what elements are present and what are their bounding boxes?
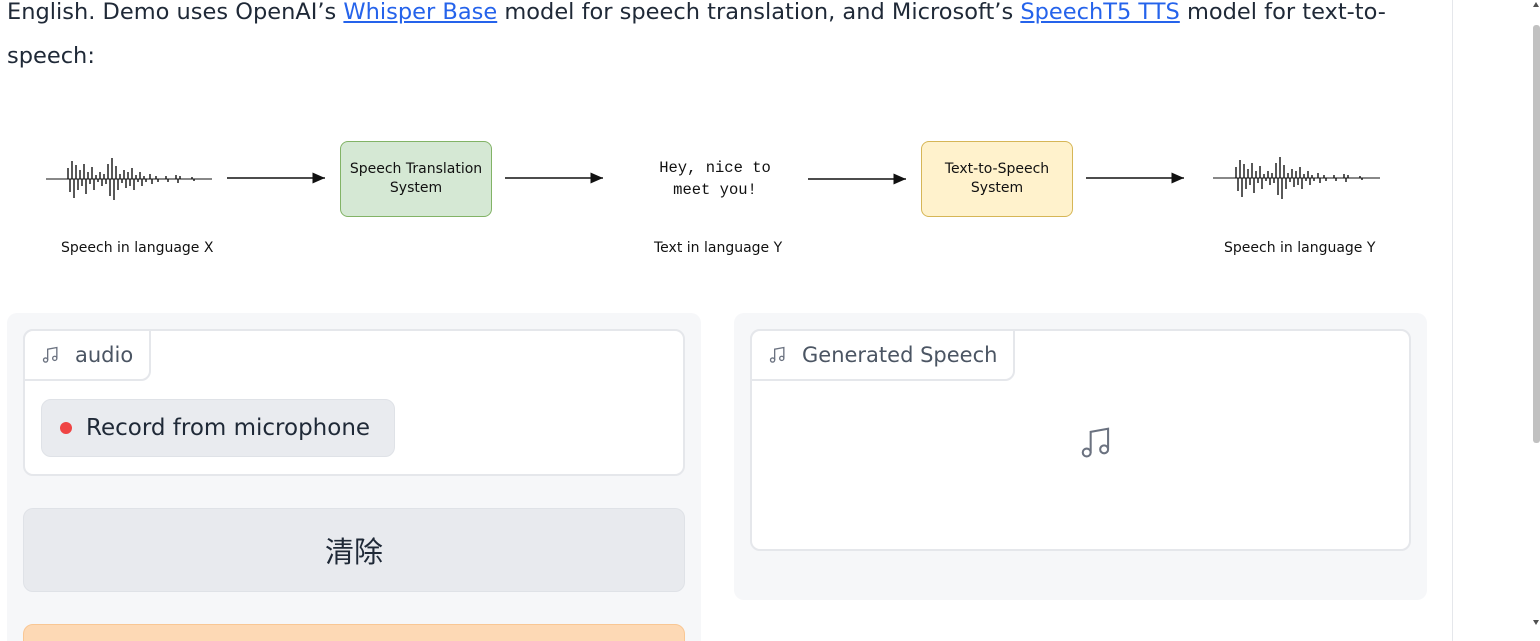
caption-text-y: Text in language Y bbox=[654, 240, 783, 256]
submit-button[interactable] bbox=[23, 624, 685, 641]
waveform-input-icon bbox=[46, 158, 212, 200]
scrollbar-thumb[interactable] bbox=[1533, 25, 1540, 443]
tts-box-line-2: System bbox=[970, 180, 1024, 196]
music-note-icon bbox=[42, 346, 58, 363]
description-text: English. Demo uses OpenAI’s Whisper Base… bbox=[7, 0, 1437, 78]
generated-speech-label: Generated Speech bbox=[750, 329, 1016, 381]
demo-page: English. Demo uses OpenAI’s Whisper Base… bbox=[0, 0, 1452, 641]
music-note-icon bbox=[769, 346, 785, 363]
waveform-output-icon bbox=[1213, 157, 1380, 199]
tts-box-line-1: Text-to-Speech bbox=[944, 161, 1050, 177]
scroll-down-arrow-icon[interactable] bbox=[1533, 620, 1539, 625]
speecht5-tts-link[interactable]: SpeechT5 TTS bbox=[1020, 0, 1179, 25]
description-part-1: English. Demo uses OpenAI’s bbox=[7, 0, 344, 25]
audio-input-block: audio Record from microphone bbox=[23, 329, 685, 476]
audio-label-text: audio bbox=[75, 343, 134, 367]
speech-translation-system-box: Speech Translation System bbox=[340, 141, 492, 217]
sample-text: Hey, nice to meet you! bbox=[640, 157, 790, 201]
description-part-2: model for speech translation, and Micros… bbox=[497, 0, 1021, 25]
record-from-microphone-button[interactable]: Record from microphone bbox=[41, 399, 395, 457]
empty-audio-music-icon bbox=[1081, 427, 1110, 458]
generated-speech-block: Generated Speech bbox=[750, 329, 1411, 551]
caption-speech-y: Speech in language Y bbox=[1224, 240, 1376, 256]
sample-text-line-1: Hey, nice to bbox=[659, 159, 771, 177]
caption-speech-x: Speech in language X bbox=[61, 240, 214, 256]
input-column: audio Record from microphone 清除 bbox=[7, 313, 701, 641]
whisper-base-link[interactable]: Whisper Base bbox=[343, 0, 497, 25]
scroll-up-arrow-icon[interactable] bbox=[1533, 2, 1539, 7]
translation-box-line-1: Speech Translation bbox=[349, 161, 483, 177]
translation-box-line-2: System bbox=[389, 180, 443, 196]
sample-text-line-2: meet you! bbox=[673, 181, 757, 199]
record-button-label: Record from microphone bbox=[86, 415, 371, 441]
audio-input-label: audio bbox=[23, 329, 152, 381]
clear-button[interactable]: 清除 bbox=[23, 508, 685, 592]
output-column: Generated Speech bbox=[734, 313, 1427, 600]
generated-speech-label-text: Generated Speech bbox=[802, 343, 998, 367]
text-to-speech-system-box: Text-to-Speech System bbox=[921, 141, 1073, 217]
pipeline-diagram: Speech Translation System Hey, nice to me… bbox=[0, 120, 1452, 280]
record-dot-icon bbox=[60, 422, 72, 434]
scrollbar-track[interactable] bbox=[1452, 0, 1540, 641]
